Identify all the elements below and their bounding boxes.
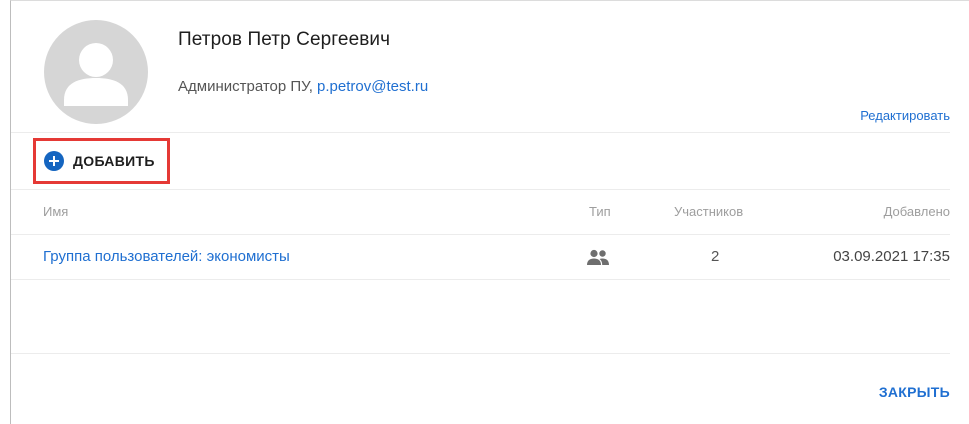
- user-avatar: [44, 20, 148, 124]
- group-name-link[interactable]: Группа пользователей: экономисты: [43, 248, 290, 265]
- user-role: Администратор ПУ,: [178, 78, 318, 95]
- added-date: 03.09.2021 17:35: [833, 248, 950, 265]
- members-count: 2: [711, 248, 720, 265]
- close-button[interactable]: ЗАКРЫТЬ: [879, 384, 950, 400]
- column-header-members[interactable]: Участников: [674, 204, 743, 219]
- add-button-label: ДОБАВИТЬ: [73, 153, 155, 169]
- divider: [11, 279, 950, 280]
- divider: [11, 189, 950, 190]
- person-icon: [64, 43, 128, 106]
- group-icon: [586, 249, 610, 272]
- column-header-name[interactable]: Имя: [43, 204, 68, 219]
- plus-circle-icon: [44, 151, 64, 171]
- add-button[interactable]: ДОБАВИТЬ: [33, 138, 170, 184]
- divider: [11, 132, 950, 133]
- column-header-type[interactable]: Тип: [589, 204, 611, 219]
- user-card-panel: Петров Петр Сергеевич Администратор ПУ, …: [10, 0, 969, 424]
- user-email-link[interactable]: p.petrov@test.ru: [317, 78, 428, 95]
- edit-link[interactable]: Редактировать: [860, 108, 950, 123]
- divider: [11, 353, 950, 354]
- user-role-line: Администратор ПУ, p.petrov@test.ru: [178, 78, 428, 95]
- column-header-added[interactable]: Добавлено: [884, 204, 950, 219]
- divider: [11, 234, 950, 235]
- user-name: Петров Петр Сергеевич: [178, 29, 391, 50]
